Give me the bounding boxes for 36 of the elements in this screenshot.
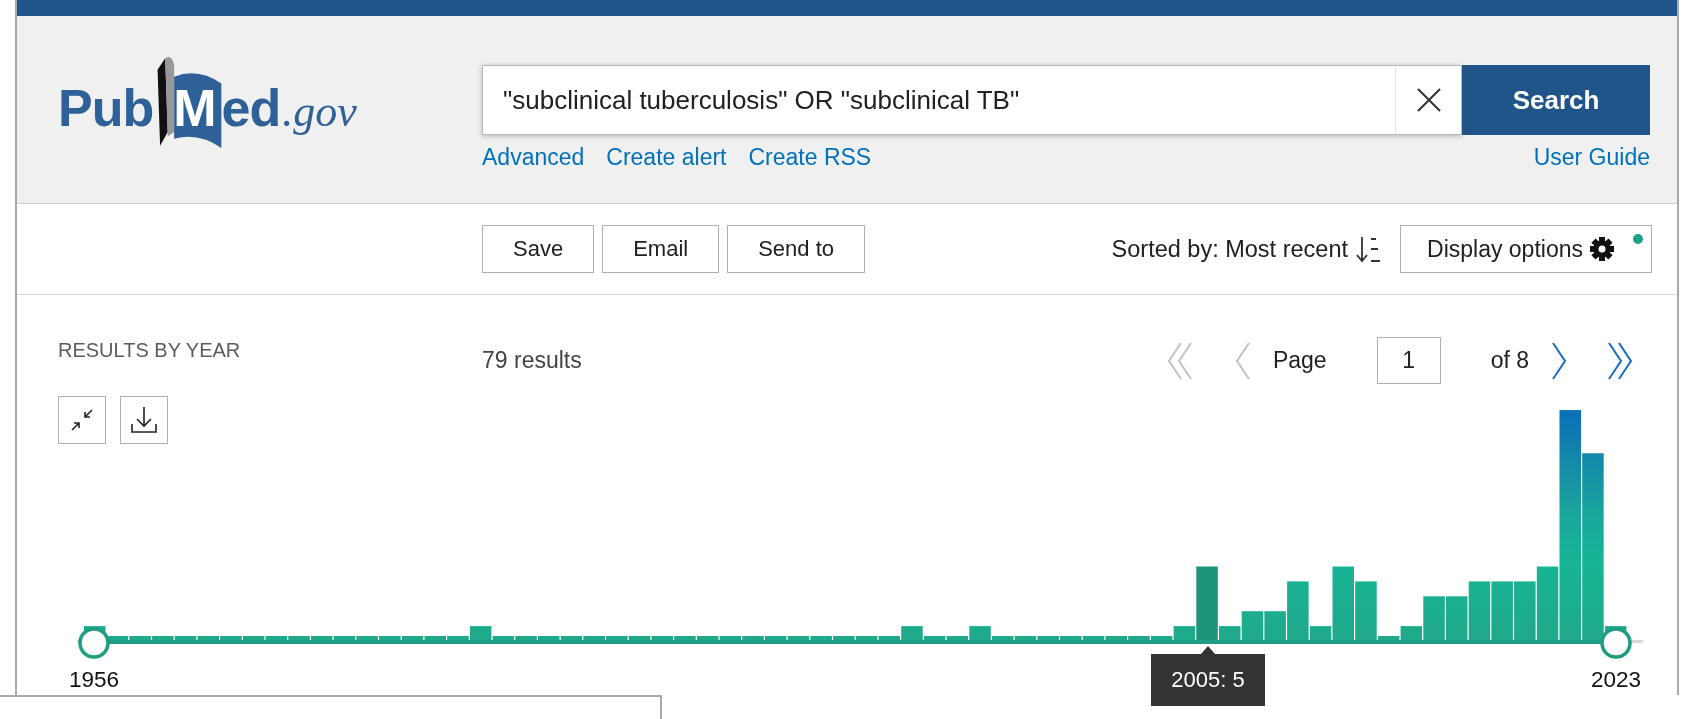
search-button[interactable]: Search (1462, 65, 1650, 135)
page-label: Page (1272, 347, 1327, 374)
results-count: 79 results (482, 347, 582, 374)
section-title: RESULTS BY YEAR (58, 339, 242, 361)
next-page-button[interactable] (1551, 340, 1567, 381)
pubmed-logo[interactable]: Pub Med.gov (58, 56, 357, 148)
download-icon (131, 406, 157, 434)
page-field[interactable]: 1 (1376, 337, 1441, 384)
start-year-label: 1956 (68, 667, 120, 693)
display-options-button[interactable]: Display options (1400, 225, 1652, 273)
settings-icon (1589, 236, 1615, 262)
sort-icon[interactable] (1356, 235, 1380, 263)
collapse-icon (71, 409, 93, 431)
close-icon (1415, 87, 1442, 113)
chart-tooltip: 2005: 5 (1151, 654, 1265, 706)
chevron-icon (1234, 340, 1251, 381)
action-button[interactable]: Send to (727, 225, 865, 273)
range-handle[interactable] (78, 627, 110, 659)
tooltip-pointer-icon (1201, 645, 1215, 654)
last-page-button[interactable] (1607, 340, 1635, 381)
range-handle[interactable] (1600, 627, 1632, 659)
search-link[interactable]: Create RSS (748, 144, 872, 171)
sort-label[interactable]: Sorted by: Most recent (1111, 235, 1348, 263)
action-button[interactable]: Email (602, 225, 720, 273)
search-link[interactable]: Advanced (482, 144, 585, 171)
double-chevron-icon (1607, 340, 1635, 381)
end-year-label: 2023 (1590, 667, 1642, 693)
double-chevron-icon (1166, 340, 1195, 381)
chevron-icon (1551, 340, 1567, 381)
collapse-button[interactable] (58, 396, 106, 444)
user-guide-link[interactable]: User Guide (1533, 144, 1650, 171)
clear-button[interactable] (1395, 66, 1461, 134)
download-button[interactable] (120, 396, 168, 444)
page-total: of 8 (1490, 347, 1529, 374)
action-button[interactable]: Save (482, 225, 595, 273)
search-link[interactable]: Create alert (606, 144, 727, 171)
